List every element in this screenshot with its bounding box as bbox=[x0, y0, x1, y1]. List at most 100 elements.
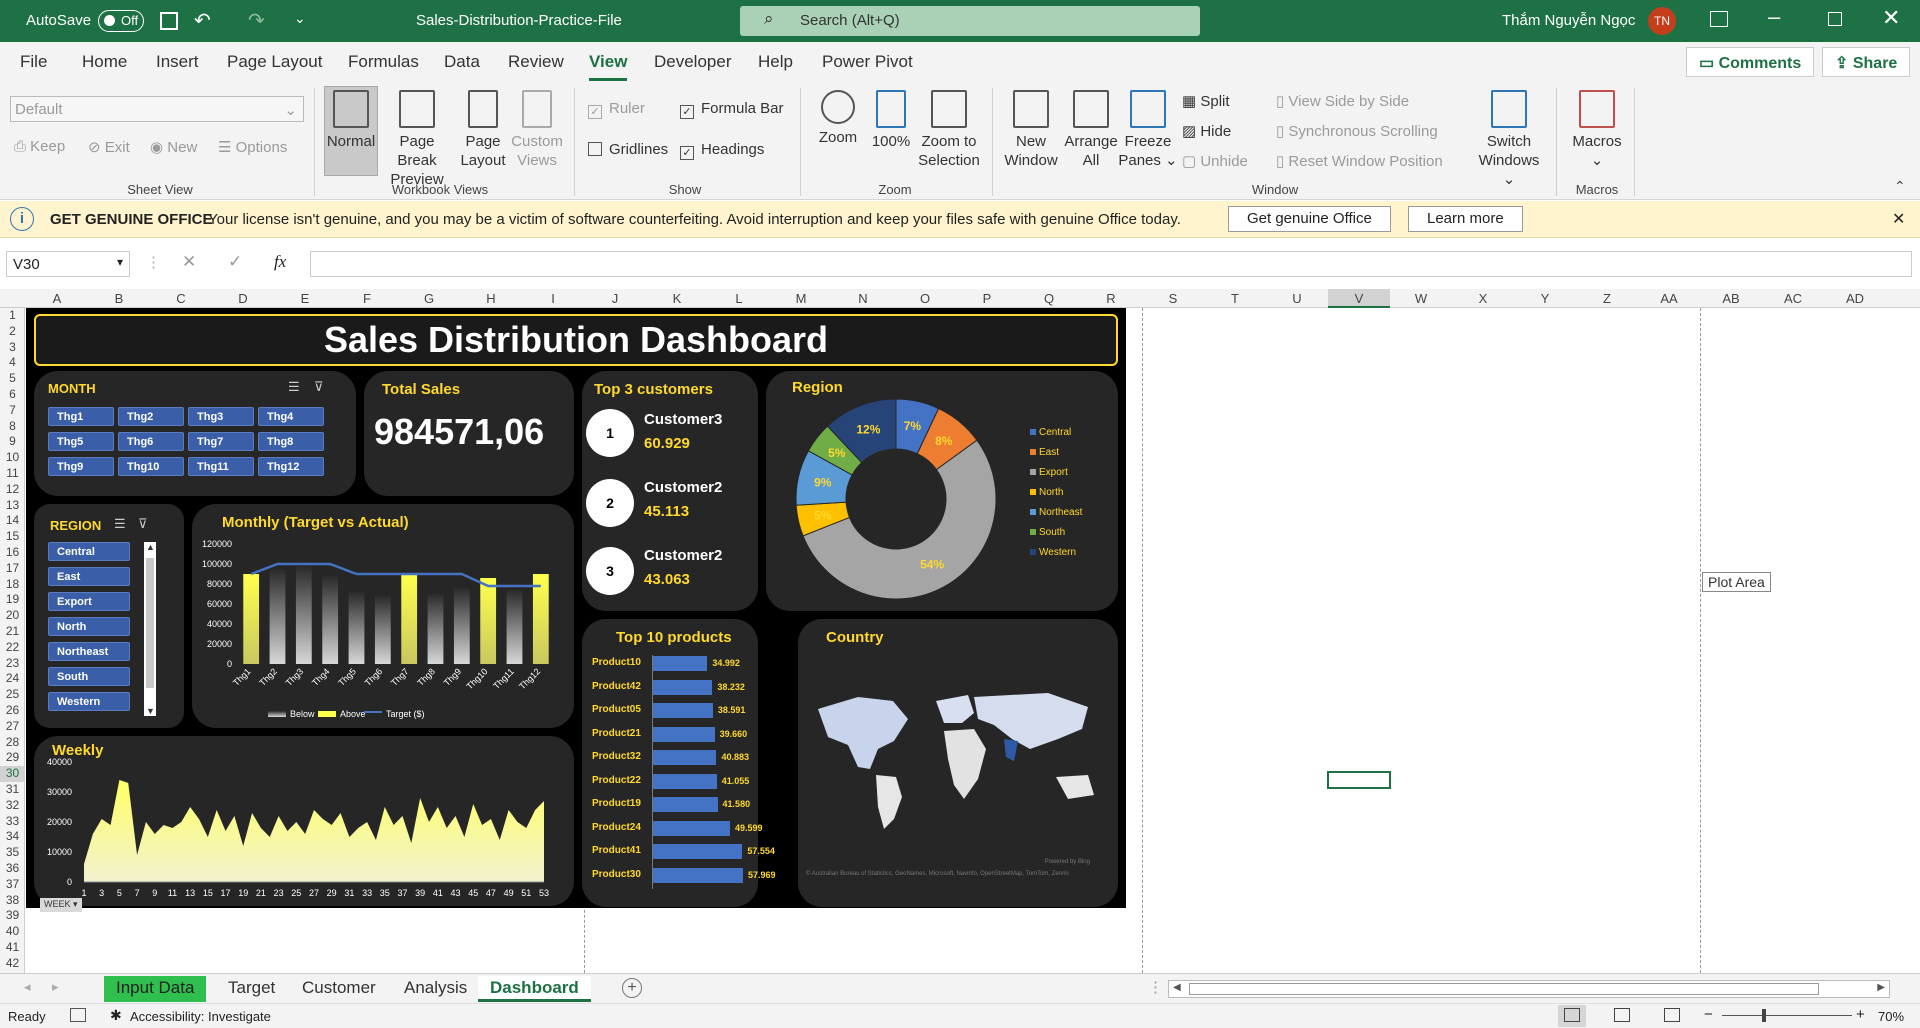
region-slicer-item[interactable]: North bbox=[48, 617, 130, 636]
region-slicer-item[interactable]: Western bbox=[48, 692, 130, 711]
minimize-icon[interactable]: – bbox=[1768, 4, 1780, 30]
top10-products-chart[interactable]: Top 10 products Product10 34.992 Product42… bbox=[582, 619, 776, 907]
column-header[interactable]: J bbox=[584, 291, 646, 306]
column-header[interactable]: I bbox=[522, 291, 584, 306]
row-header[interactable]: 15 bbox=[0, 529, 25, 545]
formula-bar-checkbox[interactable]: ✓ Formula Bar bbox=[680, 100, 784, 119]
column-header[interactable]: Y bbox=[1514, 291, 1576, 306]
row-header[interactable]: 42 bbox=[0, 956, 25, 972]
weekly-area[interactable] bbox=[84, 780, 544, 882]
month-slicer-item[interactable]: Thg12 bbox=[258, 457, 324, 476]
column-header[interactable]: F bbox=[336, 291, 398, 306]
region-chart[interactable]: Region 7% 8% 54% 5% 9% 5% 12% Central East Expor… bbox=[766, 371, 1118, 611]
hide-button[interactable]: ▨ Hide bbox=[1182, 122, 1231, 140]
customize-qat-icon[interactable]: ⌄ bbox=[294, 10, 306, 27]
gridlines-checkbox[interactable]: Gridlines bbox=[588, 141, 668, 158]
column-header[interactable]: Q bbox=[1018, 291, 1080, 306]
comments-button[interactable]: ▭ Comments bbox=[1686, 47, 1815, 77]
close-message-icon[interactable]: ✕ bbox=[1892, 209, 1905, 229]
macro-record-icon[interactable] bbox=[70, 1008, 86, 1022]
row-header[interactable]: 18 bbox=[0, 577, 25, 593]
row-header[interactable]: 20 bbox=[0, 608, 25, 624]
view-side-by-side-button[interactable]: ▯ View Side by Side bbox=[1276, 92, 1409, 110]
column-header[interactable]: A bbox=[26, 291, 88, 306]
sheet-view-dropdown[interactable]: Default ⌄ bbox=[10, 96, 304, 122]
column-header[interactable]: AA bbox=[1638, 291, 1700, 306]
file-name[interactable]: Sales-Distribution-Practice-File bbox=[416, 12, 622, 29]
column-header[interactable]: S bbox=[1142, 291, 1204, 306]
column-header[interactable]: H bbox=[460, 291, 522, 306]
zoom-in-icon[interactable]: + bbox=[1856, 1006, 1865, 1023]
month-slicer-item[interactable]: Thg4 bbox=[258, 407, 324, 426]
column-header[interactable]: AB bbox=[1700, 291, 1762, 306]
product-bar[interactable] bbox=[653, 750, 717, 765]
row-header[interactable]: 41 bbox=[0, 940, 25, 956]
tab-developer[interactable]: Developer bbox=[654, 52, 732, 72]
row-header[interactable]: 12 bbox=[0, 482, 25, 498]
sheet-tab-input-data[interactable]: Input Data bbox=[104, 976, 207, 1002]
row-header[interactable]: 30 bbox=[0, 766, 25, 782]
normal-view-button[interactable]: Normal bbox=[324, 90, 378, 151]
zoom-slider[interactable] bbox=[1722, 1015, 1852, 1016]
region-slicer-item[interactable]: South bbox=[48, 667, 130, 686]
get-genuine-office-button[interactable]: Get genuine Office bbox=[1228, 206, 1391, 232]
row-header[interactable]: 1 bbox=[0, 308, 25, 324]
column-header[interactable]: X bbox=[1452, 291, 1514, 306]
monthly-bar[interactable] bbox=[348, 592, 365, 664]
row-header[interactable]: 10 bbox=[0, 450, 25, 466]
row-header[interactable]: 21 bbox=[0, 624, 25, 640]
column-header[interactable]: R bbox=[1080, 291, 1142, 306]
prev-sheet-icon[interactable]: ◂ bbox=[24, 979, 31, 995]
month-slicer-item[interactable]: Thg2 bbox=[118, 407, 184, 426]
synchronous-scrolling-button[interactable]: ▯ Synchronous Scrolling bbox=[1276, 122, 1438, 140]
column-header[interactable]: AD bbox=[1824, 291, 1886, 306]
new-sheet-view-button[interactable]: ◉ New bbox=[150, 138, 197, 156]
clear-filter-icon[interactable]: ⊽ bbox=[138, 516, 148, 532]
monthly-bar[interactable] bbox=[401, 574, 418, 664]
column-header[interactable]: AC bbox=[1762, 291, 1824, 306]
row-header[interactable]: 19 bbox=[0, 592, 25, 608]
row-header[interactable]: 14 bbox=[0, 513, 25, 529]
tab-power-pivot[interactable]: Power Pivot bbox=[822, 52, 913, 72]
row-header[interactable]: 25 bbox=[0, 687, 25, 703]
column-header[interactable]: K bbox=[646, 291, 708, 306]
product-bar[interactable] bbox=[653, 656, 708, 671]
close-icon[interactable]: ✕ bbox=[1882, 5, 1900, 31]
row-header[interactable]: 4 bbox=[0, 355, 25, 371]
product-bar[interactable] bbox=[653, 679, 713, 695]
product-bar[interactable] bbox=[653, 867, 743, 883]
sheet-tab-analysis[interactable]: Analysis bbox=[392, 976, 479, 1002]
row-header[interactable]: 33 bbox=[0, 814, 25, 830]
zoom-to-selection-button[interactable]: Zoom to Selection bbox=[914, 90, 984, 170]
tab-data[interactable]: Data bbox=[444, 52, 480, 72]
reset-window-position-button[interactable]: ▯ Reset Window Position bbox=[1276, 152, 1443, 170]
headings-checkbox[interactable]: ✓ Headings bbox=[680, 141, 764, 160]
column-header[interactable]: L bbox=[708, 291, 770, 306]
worksheet[interactable]: Plot Area Sales Distribution Dashboard M… bbox=[26, 308, 1896, 973]
column-header[interactable]: B bbox=[88, 291, 150, 306]
avatar[interactable]: TN bbox=[1648, 7, 1676, 35]
undo-icon[interactable]: ↶ bbox=[194, 8, 211, 33]
monthly-bar[interactable] bbox=[322, 576, 339, 664]
macros-button[interactable]: Macros ⌄ bbox=[1564, 90, 1630, 170]
tab-help[interactable]: Help bbox=[758, 52, 793, 72]
row-header[interactable]: 36 bbox=[0, 861, 25, 877]
multi-select-icon[interactable]: ☰ bbox=[288, 379, 300, 395]
monthly-bar[interactable] bbox=[243, 574, 260, 664]
page-layout-status-icon[interactable] bbox=[1614, 1008, 1630, 1022]
product-bar[interactable] bbox=[653, 797, 718, 812]
monthly-bar[interactable] bbox=[506, 590, 523, 664]
row-header[interactable]: 5 bbox=[0, 371, 25, 387]
row-header[interactable]: 37 bbox=[0, 877, 25, 893]
name-box[interactable]: V30 ▾ bbox=[6, 251, 130, 277]
monthly-bar[interactable] bbox=[374, 596, 391, 664]
row-header[interactable]: 11 bbox=[0, 466, 25, 482]
column-header[interactable]: T bbox=[1204, 291, 1266, 306]
row-header[interactable]: 3 bbox=[0, 340, 25, 356]
row-header[interactable]: 7 bbox=[0, 403, 25, 419]
cancel-entry-icon[interactable]: ✕ bbox=[182, 252, 196, 272]
formula-input[interactable] bbox=[310, 251, 1912, 277]
monthly-bar[interactable] bbox=[295, 566, 312, 664]
row-header[interactable]: 29 bbox=[0, 750, 25, 766]
share-button[interactable]: ⇪ Share bbox=[1822, 47, 1911, 77]
